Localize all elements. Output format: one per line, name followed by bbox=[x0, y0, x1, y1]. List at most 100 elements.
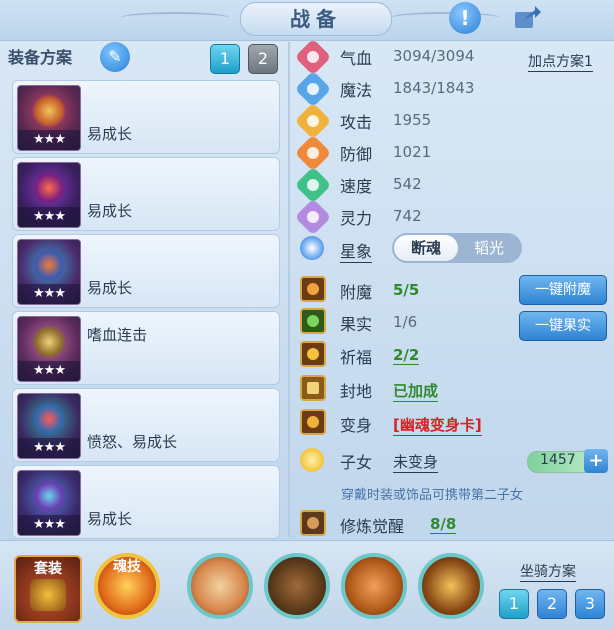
child-hint-text: 穿戴时装或饰品可携带第二子女 bbox=[341, 488, 524, 503]
equip-item-image: ★★★ bbox=[17, 470, 81, 536]
sword-icon bbox=[294, 102, 332, 140]
battle-prep-panel: 战备 ! 装备方案 ✎ 1 2 ★★★ 易成长 ★★★ 易成长 ★★★ 易成长 … bbox=[0, 0, 614, 630]
blessing-value[interactable]: 2/2 bbox=[393, 346, 420, 365]
column-divider bbox=[288, 42, 290, 537]
enchant-label: 附魔 bbox=[340, 283, 373, 302]
mount-plan-2[interactable]: 2 bbox=[537, 589, 567, 619]
shield-icon bbox=[294, 134, 332, 172]
seal-row: 封地 已加成 bbox=[300, 375, 600, 405]
equip-item-image: ★★★ bbox=[17, 162, 81, 228]
blessing-label: 祈福 bbox=[340, 348, 373, 367]
skill-slot-1[interactable] bbox=[187, 553, 253, 619]
equip-slot-3[interactable]: ★★★ 易成长 bbox=[12, 234, 280, 308]
heart-icon bbox=[294, 38, 332, 76]
equip-effect-text: 易成长 bbox=[87, 510, 133, 528]
equip-effect-text: 易成长 bbox=[87, 202, 133, 220]
info-button[interactable]: ! bbox=[449, 2, 481, 34]
star-rating: ★★★ bbox=[18, 284, 80, 304]
attr-plan-link[interactable]: 加点方案1 bbox=[528, 51, 593, 72]
equip-slot-2[interactable]: ★★★ 易成长 bbox=[12, 157, 280, 231]
enchant-icon bbox=[300, 276, 326, 302]
speed-icon bbox=[294, 166, 332, 204]
transform-label: 变身 bbox=[340, 416, 373, 435]
child-value: 1457 bbox=[540, 452, 576, 468]
plus-icon: + bbox=[588, 450, 604, 471]
meditation-icon bbox=[300, 510, 326, 536]
cultivation-value[interactable]: 8/8 bbox=[430, 515, 457, 534]
seal-value[interactable]: 已加成 bbox=[393, 380, 439, 402]
star-rating: ★★★ bbox=[18, 361, 80, 381]
stat-value: 3094/3094 bbox=[393, 47, 475, 65]
stat-name: 防御 bbox=[340, 145, 373, 164]
equip-slot-5[interactable]: ★★★ 愤怒、易成长 bbox=[12, 388, 280, 462]
stat-name: 气血 bbox=[340, 49, 373, 68]
cauldron-icon bbox=[30, 579, 66, 611]
equip-effect-text: 易成长 bbox=[87, 279, 133, 297]
armor-icon bbox=[32, 325, 66, 359]
equip-slot-4[interactable]: ★★★ 嗜血连击 bbox=[12, 311, 280, 385]
mana-icon bbox=[294, 70, 332, 108]
mount-plan-1[interactable]: 1 bbox=[499, 589, 529, 619]
top-bar: 战备 ! bbox=[0, 0, 614, 41]
skill-slot-4[interactable] bbox=[418, 553, 484, 619]
stat-name: 攻击 bbox=[340, 113, 373, 132]
equip-slot-6[interactable]: ★★★ 易成长 bbox=[12, 465, 280, 539]
title-ornament-right bbox=[390, 12, 500, 24]
constellation-option[interactable]: 韬光 bbox=[458, 235, 520, 261]
equip-effect-text: 易成长 bbox=[87, 125, 133, 143]
transform-card[interactable]: [幽魂变身卡] bbox=[393, 414, 482, 436]
equip-effect-text: 愤怒、易成长 bbox=[87, 433, 178, 451]
constellation-option-selected[interactable]: 断魂 bbox=[394, 235, 458, 261]
page-title: 战备 bbox=[240, 2, 392, 36]
exclamation-icon: ! bbox=[460, 6, 470, 30]
title-ornament-left bbox=[120, 12, 230, 24]
stat-value: 1955 bbox=[393, 111, 432, 129]
blessing-icon bbox=[300, 341, 326, 367]
skill-slot-3[interactable] bbox=[341, 553, 407, 619]
transform-row: 变身 [幽魂变身卡] bbox=[300, 409, 600, 439]
one-click-enchant-button[interactable]: 一键附魔 bbox=[519, 275, 607, 305]
fruit-label: 果实 bbox=[340, 315, 373, 334]
helmet-icon bbox=[32, 171, 66, 205]
gate-icon bbox=[300, 375, 326, 401]
stat-name: 速度 bbox=[340, 177, 373, 196]
stat-value: 1021 bbox=[393, 143, 432, 161]
equip-item-image: ★★★ bbox=[17, 239, 81, 305]
equip-slot-1[interactable]: ★★★ 易成长 bbox=[12, 80, 280, 154]
equip-item-image: ★★★ bbox=[17, 393, 81, 459]
spirit-icon bbox=[294, 198, 332, 236]
child-label: 子女 bbox=[340, 453, 373, 472]
stat-defense: 防御 1021 bbox=[294, 134, 600, 172]
enchant-value: 5/5 bbox=[393, 281, 420, 299]
mount-plan-3[interactable]: 3 bbox=[575, 589, 605, 619]
equip-plan-2[interactable]: 2 bbox=[248, 44, 278, 74]
stat-value: 542 bbox=[393, 175, 422, 193]
constellation-toggle[interactable]: 断魂 韬光 bbox=[392, 233, 522, 263]
add-child-button[interactable]: + bbox=[584, 449, 608, 473]
equip-item-image: ★★★ bbox=[17, 85, 81, 151]
child-status[interactable]: 未变身 bbox=[393, 451, 439, 473]
stat-spirit: 灵力 742 bbox=[294, 198, 600, 236]
stat-speed: 速度 542 bbox=[294, 166, 600, 204]
constellation-label[interactable]: 星象 bbox=[340, 238, 373, 263]
star-icon bbox=[300, 236, 324, 260]
equip-effect-text: 嗜血连击 bbox=[87, 326, 148, 344]
equip-plan-1[interactable]: 1 bbox=[210, 44, 240, 74]
blessing-row: 祈福 2/2 bbox=[300, 341, 600, 371]
fruit-value: 1/6 bbox=[393, 313, 418, 331]
pencil-icon: ✎ bbox=[108, 47, 122, 66]
one-click-fruit-button[interactable]: 一键果实 bbox=[519, 311, 607, 341]
mount-plan-label[interactable]: 坐骑方案 bbox=[520, 561, 576, 582]
necklace-icon bbox=[32, 248, 66, 282]
stat-attack: 攻击 1955 bbox=[294, 102, 600, 140]
star-rating: ★★★ bbox=[18, 130, 80, 150]
equip-plan-label: 装备方案 bbox=[8, 48, 73, 67]
boots-icon bbox=[32, 479, 66, 513]
skill-slot-2[interactable] bbox=[264, 553, 330, 619]
edit-plan-button[interactable]: ✎ bbox=[100, 42, 130, 72]
share-button[interactable] bbox=[510, 2, 542, 34]
star-rating: ★★★ bbox=[18, 438, 80, 458]
share-arrow-icon bbox=[515, 6, 541, 28]
stat-mp: 魔法 1843/1843 bbox=[294, 70, 600, 108]
stat-name: 灵力 bbox=[340, 209, 373, 228]
